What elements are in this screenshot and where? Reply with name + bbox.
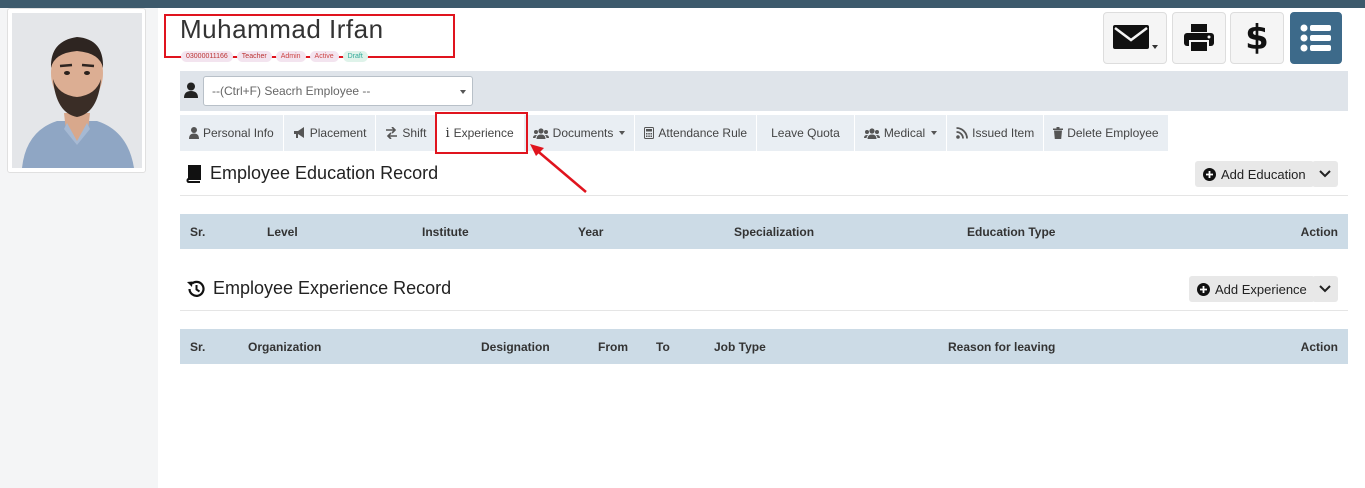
plus-circle-icon: [1197, 282, 1210, 296]
employee-tabs: Personal Info Placement Shift i Experien…: [180, 115, 1169, 151]
tab-label: Delete Employee: [1067, 126, 1159, 140]
add-experience-label: Add Experience: [1215, 281, 1307, 297]
add-experience-button[interactable]: Add Experience: [1189, 276, 1315, 302]
education-options-button[interactable]: [1312, 161, 1338, 187]
list-menu-button[interactable]: [1290, 12, 1342, 64]
column-header: From: [598, 340, 628, 354]
avatar-card: [7, 8, 146, 173]
top-bar: [0, 0, 1365, 8]
column-header: To: [656, 340, 670, 354]
tab-placement[interactable]: Placement: [283, 115, 376, 151]
column-header: Institute: [422, 225, 469, 239]
experience-table-header: Sr. Organization Designation From To Job…: [180, 329, 1348, 364]
tab-attendance-rule[interactable]: Attendance Rule: [635, 115, 757, 151]
column-header: Specialization: [734, 225, 815, 239]
status-badge: Active: [309, 51, 339, 62]
employee-search-select[interactable]: --(Ctrl+F) Seacrh Employee --: [203, 76, 473, 106]
education-section-title: Employee Education Record: [186, 163, 438, 184]
tab-label: Personal Info: [203, 126, 274, 140]
tab-label: Placement: [309, 126, 367, 140]
users-icon: [532, 127, 549, 139]
column-header: Designation: [481, 340, 550, 354]
column-header: Education Type: [967, 225, 1056, 239]
column-header: Sr.: [190, 340, 206, 354]
dollar-icon: $: [1245, 18, 1269, 58]
envelope-icon: [1113, 25, 1158, 49]
tab-issued-item[interactable]: Issued Item: [947, 115, 1044, 151]
employee-badges: 03000011166 Teacher Admin Active Draft: [181, 51, 368, 62]
education-table-header: Sr. Level Institute Year Specialization …: [180, 214, 1348, 249]
divider: [180, 310, 1348, 311]
user-icon: [189, 127, 199, 139]
calculator-icon: [644, 127, 655, 139]
role-badge: Teacher: [236, 51, 272, 62]
exchange-icon: [386, 127, 398, 139]
column-header: Reason for leaving: [948, 340, 1056, 354]
column-header: Action: [1300, 225, 1338, 239]
book-icon: [186, 164, 201, 183]
experience-options-button[interactable]: [1312, 276, 1338, 302]
add-education-label: Add Education: [1221, 166, 1306, 182]
tab-label: Attendance Rule: [658, 126, 748, 140]
plus-circle-icon: [1203, 167, 1216, 181]
email-button[interactable]: [1103, 12, 1167, 64]
highlight-box-experience-tab: [435, 112, 528, 154]
column-header: Level: [267, 225, 298, 239]
chevron-down-icon: [1319, 170, 1331, 178]
add-education-button[interactable]: Add Education: [1195, 161, 1314, 187]
history-icon: [187, 280, 205, 297]
tab-label: Issued Item: [972, 126, 1035, 140]
experience-title-text: Employee Experience Record: [213, 278, 452, 298]
tab-label: Shift: [402, 126, 427, 140]
list-icon: [1300, 24, 1331, 52]
column-header: Sr.: [190, 225, 206, 239]
tab-medical[interactable]: Medical: [854, 115, 947, 151]
caret-down-icon: [619, 131, 626, 135]
bullhorn-icon: [293, 127, 304, 138]
tab-leave-quota[interactable]: Leave Quota: [757, 115, 854, 151]
education-title-text: Employee Education Record: [210, 163, 439, 183]
avatar: [12, 13, 142, 168]
column-header: Action: [1300, 340, 1338, 354]
printer-icon: [1184, 24, 1214, 53]
column-header: Organization: [248, 340, 322, 354]
annotation-arrow: [530, 144, 587, 193]
search-placeholder: --(Ctrl+F) Seacrh Employee --: [212, 84, 371, 98]
tab-shift[interactable]: Shift: [376, 115, 436, 151]
rss-icon: [956, 127, 969, 139]
experience-section-title: Employee Experience Record: [186, 278, 451, 299]
tab-label: Medical: [883, 126, 926, 140]
tab-label: Documents: [552, 126, 614, 140]
draft-badge: Draft: [342, 51, 368, 62]
users-icon: [863, 127, 880, 139]
chevron-down-icon: [460, 90, 466, 94]
department-badge: Admin: [275, 51, 306, 62]
tab-delete-employee[interactable]: Delete Employee: [1044, 115, 1168, 151]
chevron-down-icon: [1319, 285, 1331, 293]
column-header: Year: [578, 225, 604, 239]
trash-icon: [1053, 127, 1064, 139]
phone-badge: 03000011166: [181, 51, 233, 62]
column-header: Job Type: [714, 340, 766, 354]
payment-button[interactable]: $: [1230, 12, 1284, 64]
user-icon: [184, 82, 198, 98]
tab-label: Leave Quota: [771, 126, 840, 140]
print-button[interactable]: [1172, 12, 1226, 64]
caret-down-icon: [931, 131, 938, 135]
tab-personal-info[interactable]: Personal Info: [180, 115, 283, 151]
divider: [180, 195, 1348, 196]
